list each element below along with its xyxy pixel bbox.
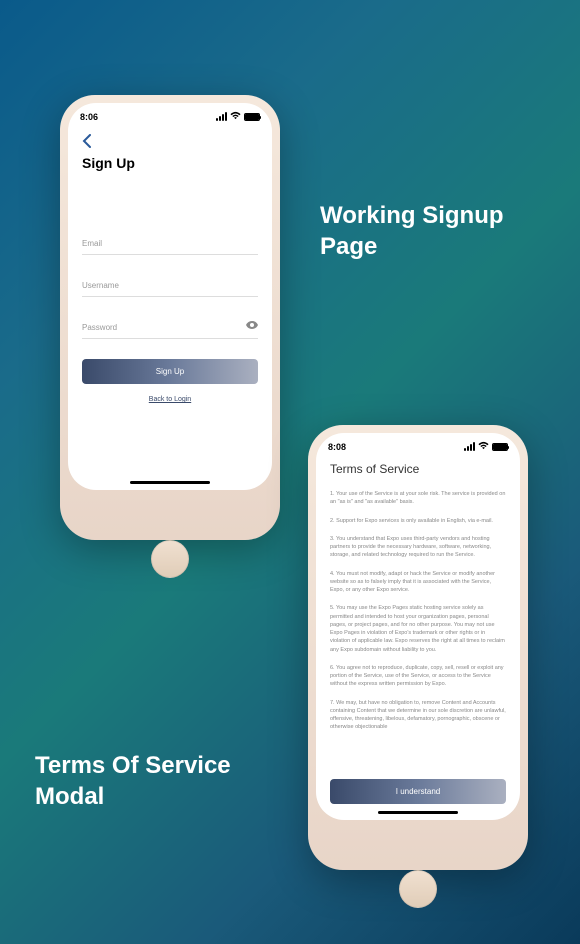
- signal-icon: [216, 112, 227, 121]
- tos-body: 1. Your use of the Service is at your so…: [316, 482, 520, 750]
- phone-signup: 8:06 Sign Up Email Username Password: [60, 95, 280, 540]
- tos-item: 2. Support for Expo services is only ava…: [330, 517, 506, 525]
- eye-icon[interactable]: [246, 321, 258, 332]
- page-title: Sign Up: [68, 153, 272, 173]
- tos-item: 3. You understand that Expo uses third-p…: [330, 535, 506, 560]
- back-icon[interactable]: [68, 126, 272, 153]
- tos-item: 6. You agree not to reproduce, duplicate…: [330, 664, 506, 689]
- tos-item: 7. We may, but have no obligation to, re…: [330, 699, 506, 732]
- password-field[interactable]: Password: [82, 317, 258, 339]
- tos-item: 1. Your use of the Service is at your so…: [330, 490, 506, 507]
- status-bar: 8:06: [68, 103, 272, 126]
- battery-icon: [492, 443, 508, 451]
- status-time: 8:08: [328, 442, 346, 452]
- phone-tos: 8:08 Terms of Service 1. Your use of the…: [308, 425, 528, 870]
- status-bar: 8:08: [316, 433, 520, 456]
- wifi-icon: [478, 441, 489, 452]
- tos-title: Terms of Service: [316, 456, 520, 482]
- signup-button[interactable]: Sign Up: [82, 359, 258, 384]
- battery-icon: [244, 113, 260, 121]
- back-to-login-link[interactable]: Back to Login: [82, 396, 258, 403]
- home-button[interactable]: [399, 870, 437, 908]
- tos-item: 4. You must not modify, adapt or hack th…: [330, 570, 506, 595]
- wifi-icon: [230, 111, 241, 122]
- status-icons: [216, 111, 260, 122]
- understand-button[interactable]: I understand: [330, 779, 506, 804]
- annotation-tos: Terms Of Service Modal: [35, 750, 231, 812]
- home-indicator: [378, 811, 458, 814]
- status-time: 8:06: [80, 112, 98, 122]
- tos-item: 5. You may use the Expo Pages static hos…: [330, 604, 506, 654]
- signal-icon: [464, 442, 475, 451]
- home-button[interactable]: [151, 540, 189, 578]
- home-indicator: [130, 481, 210, 484]
- email-field[interactable]: Email: [82, 233, 258, 255]
- username-field[interactable]: Username: [82, 275, 258, 297]
- status-icons: [464, 441, 508, 452]
- annotation-signup: Working Signup Page: [320, 200, 504, 262]
